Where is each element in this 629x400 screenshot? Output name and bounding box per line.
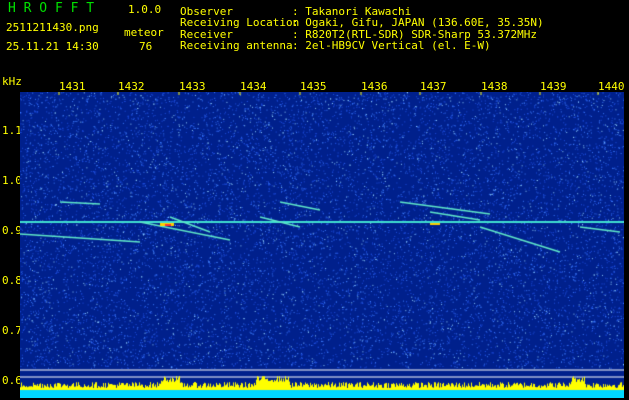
filename: 2511211430.png xyxy=(6,21,99,34)
location-value: : Ogaki, Gifu, JAPAN (136.60E, 35.35N) xyxy=(292,16,544,29)
datetime: 25.11.21 14:30 xyxy=(6,40,99,53)
app-version: 1.0.0 xyxy=(128,3,162,16)
spectrogram-canvas xyxy=(20,92,624,398)
y-tick-label: 0.6 xyxy=(2,374,22,387)
antenna-value: : 2el-HB9CV Vertical (el. E-W) xyxy=(292,39,491,52)
app-title: H R O F F T xyxy=(8,1,95,16)
unit-label: kHz xyxy=(2,75,22,88)
y-tick-label: 0.8 xyxy=(2,274,22,287)
antenna-key: Receiving antenna xyxy=(180,39,293,52)
meteor-count: 76 xyxy=(139,40,153,53)
y-tick-label: 1.1 xyxy=(2,124,22,137)
y-tick-label: 0.7 xyxy=(2,324,22,337)
y-tick-label: 1.0 xyxy=(2,174,22,187)
location-key: Receiving Location xyxy=(180,16,300,29)
y-tick-label: 0.9 xyxy=(2,224,22,237)
meteor-label: meteor xyxy=(124,26,164,39)
